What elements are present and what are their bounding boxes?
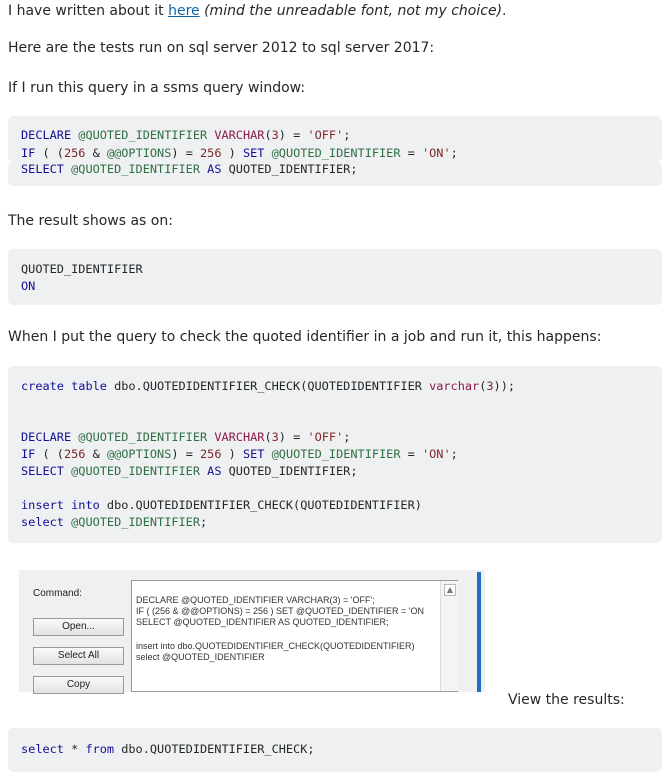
code-line: select @QUOTED_IDENTIFIER; (21, 515, 208, 529)
code-line: IF ( (256 & @@OPTIONS) = 256 ) SET @QUOT… (21, 447, 458, 461)
code-line: create table dbo.QUOTEDIDENTIFIER_CHECK(… (21, 379, 516, 393)
result-column: QUOTED_IDENTIFIER (21, 262, 143, 276)
command-line: DECLARE @QUOTED_IDENTIFIER VARCHAR(3) = … (136, 595, 375, 605)
result-value: ON (21, 279, 36, 293)
here-link[interactable]: here (168, 3, 200, 19)
command-textbox[interactable]: DECLARE @QUOTED_IDENTIFIER VARCHAR(3) = … (131, 580, 458, 692)
code-line: select * from dbo.QUOTEDIDENTIFIER_CHECK… (21, 742, 315, 756)
font-note: (mind the unreadable font, not my choice… (204, 3, 503, 19)
code-line: SELECT @QUOTED_IDENTIFIER AS QUOTED_IDEN… (21, 464, 358, 478)
result-code-block: QUOTED_IDENTIFIER ON (8, 249, 662, 305)
select-all-button[interactable]: Select All (33, 647, 124, 665)
result-paragraph: The result shows as on: (8, 213, 173, 229)
tests-paragraph: Here are the tests run on sql server 201… (8, 40, 435, 56)
command-line: SELECT @QUOTED_IDENTIFIER AS QUOTED_IDEN… (136, 617, 389, 627)
run-paragraph: If I run this query in a ssms query wind… (8, 80, 306, 96)
intro-paragraph: I have written about it here (mind the u… (8, 3, 507, 19)
code-line: DECLARE @QUOTED_IDENTIFIER VARCHAR(3) = … (21, 430, 351, 444)
code-line: SELECT @QUOTED_IDENTIFIER AS QUOTED_IDEN… (21, 162, 358, 176)
textbox-scrollbar[interactable]: ▲ (440, 581, 458, 691)
copy-button[interactable]: Copy (33, 676, 124, 694)
job-paragraph: When I put the query to check the quoted… (8, 329, 602, 345)
job-step-screenshot: Command: Open... Select All Copy DECLARE… (19, 570, 485, 694)
query-code-block-1: DECLARE @QUOTED_IDENTIFIER VARCHAR(3) = … (8, 116, 662, 162)
open-button[interactable]: Open... (33, 618, 124, 636)
chevron-up-icon[interactable]: ▲ (444, 584, 456, 596)
command-line: IF ( (256 & @@OPTIONS) = 256 ) SET @QUOT… (136, 606, 425, 616)
code-line: DECLARE @QUOTED_IDENTIFIER VARCHAR(3) = … (21, 128, 351, 142)
command-line: select @QUOTED_IDENTIFIER (136, 652, 265, 662)
view-results-text: View the results: (508, 692, 625, 708)
window-edge (477, 572, 481, 692)
command-line: insert into dbo.QUOTEDIDENTIFIER_CHECK(Q… (136, 641, 415, 651)
code-line: insert into dbo.QUOTEDIDENTIFIER_CHECK(Q… (21, 498, 422, 512)
select-code-block: select * from dbo.QUOTEDIDENTIFIER_CHECK… (8, 728, 662, 772)
code-line: IF ( (256 & @@OPTIONS) = 256 ) SET @QUOT… (21, 146, 458, 160)
command-label: Command: (33, 588, 82, 599)
query-code-block-1-tail: SELECT @QUOTED_IDENTIFIER AS QUOTED_IDEN… (8, 162, 662, 186)
job-code-block: create table dbo.QUOTEDIDENTIFIER_CHECK(… (8, 366, 662, 543)
